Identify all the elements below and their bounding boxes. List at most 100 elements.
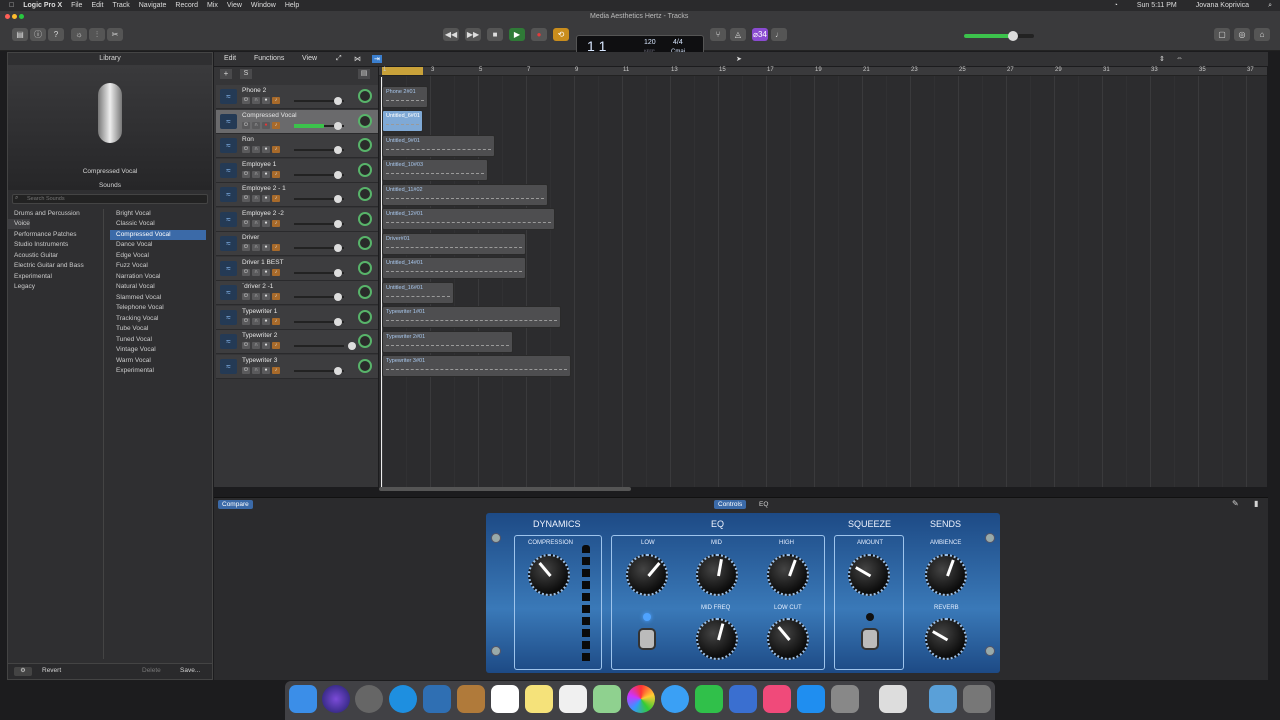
menu-track[interactable]: Track (113, 2, 130, 9)
audio-region[interactable]: Untitled_11#02 (382, 183, 548, 206)
patch-item[interactable]: Edge Vocal (110, 251, 206, 261)
record-enable-icon[interactable]: ● (262, 146, 270, 153)
track-header[interactable]: ≈ Driver 1 BEST ⏻ ∩ ● ♪ (216, 256, 378, 281)
track-options-button[interactable]: ▤ (358, 69, 370, 79)
compare-button[interactable]: Compare (218, 500, 253, 509)
close-window-icon[interactable] (5, 14, 10, 19)
patch-item[interactable]: Vintage Vocal (110, 345, 206, 355)
pan-knob[interactable] (358, 334, 372, 348)
snap-icon[interactable]: ⇥ (372, 55, 382, 63)
track-header[interactable]: ≈ Typewriter 2 ⏻ ∩ ● ♪ (216, 330, 378, 354)
track-header[interactable]: ≈ Typewriter 1 ⏻ ∩ ● ♪ (216, 305, 378, 330)
enable-icon[interactable]: ⏻ (242, 317, 250, 325)
patch-item[interactable]: Bright Vocal (110, 209, 206, 219)
finder-icon[interactable] (289, 685, 317, 713)
patch-item[interactable]: Slammed Vocal (110, 293, 206, 303)
record-enable-icon[interactable]: ● (262, 244, 270, 251)
track-header[interactable]: ≈ Employee 2 - 1 ⏻ ∩ ● ♪ (216, 183, 378, 207)
input-monitor-icon[interactable]: ♪ (272, 244, 280, 251)
squeeze-toggle-switch[interactable] (861, 628, 879, 650)
low-knob[interactable] (626, 554, 668, 596)
record-enable-icon[interactable]: ● (262, 170, 270, 178)
category-item[interactable]: Studio Instruments (8, 240, 68, 250)
ambience-knob[interactable] (925, 554, 967, 596)
volume-fader[interactable] (294, 342, 356, 350)
track-header[interactable]: ≈ Driver ⏻ ∩ ● ♪ (216, 232, 378, 256)
track-name[interactable]: Typewriter 3 (242, 357, 277, 364)
track-name[interactable]: `driver 2 -1 (242, 283, 273, 290)
track-name[interactable]: Typewriter 1 (242, 308, 277, 315)
track-name[interactable]: Compressed Vocal (242, 112, 297, 119)
volume-fader-knob[interactable] (334, 366, 342, 375)
launchpad-icon[interactable] (355, 685, 383, 713)
pan-knob[interactable] (358, 138, 372, 152)
record-enable-icon[interactable]: ● (262, 121, 270, 129)
input-monitor-icon[interactable]: ♪ (272, 195, 280, 202)
track-header[interactable]: ≈ Ron ⏻ ∩ ● ♪ (216, 134, 378, 158)
fast-forward-button[interactable]: ▶▶ (465, 28, 481, 41)
input-monitor-icon[interactable]: ♪ (272, 97, 280, 104)
volume-fader-knob[interactable] (334, 317, 342, 326)
siri-icon[interactable] (322, 685, 350, 713)
audio-region[interactable]: Typewriter 1#01 (382, 306, 561, 328)
volume-fader-knob[interactable] (334, 146, 342, 154)
add-track-button[interactable]: + (220, 69, 232, 79)
volume-fader[interactable] (294, 317, 344, 326)
menu-record[interactable]: Record (175, 2, 198, 9)
volume-fader-knob[interactable] (334, 170, 342, 179)
volume-fader[interactable] (294, 268, 344, 277)
keynote-icon[interactable] (729, 685, 757, 713)
volume-fader-knob[interactable] (334, 219, 342, 228)
record-enable-icon[interactable]: ● (262, 195, 270, 202)
volume-fader[interactable] (294, 121, 344, 130)
eq-toggle-switch[interactable] (638, 628, 656, 650)
input-monitor-icon[interactable]: ♪ (272, 121, 280, 129)
record-enable-icon[interactable]: ● (262, 219, 270, 227)
catch-icon[interactable]: ⋈ (354, 55, 361, 63)
patch-item-selected[interactable]: Compressed Vocal (110, 230, 206, 240)
tab-eq[interactable]: EQ (755, 500, 772, 509)
mixer-button[interactable]: ⫶ (89, 28, 105, 41)
enable-icon[interactable]: ⏻ (242, 121, 250, 129)
track-name[interactable]: Phone 2 (242, 87, 266, 94)
play-button[interactable]: ▶ (509, 28, 525, 41)
input-monitor-icon[interactable]: ♪ (272, 366, 280, 374)
gear-icon[interactable]: ⚙ (14, 667, 32, 676)
headphone-icon[interactable]: ∩ (252, 121, 260, 129)
pan-knob[interactable] (358, 260, 372, 275)
inspector-button[interactable]: ⓘ (30, 28, 46, 41)
enable-icon[interactable]: ⏻ (242, 219, 250, 227)
trash-icon[interactable] (963, 685, 991, 713)
track-name[interactable]: Typewriter 2 (242, 332, 277, 339)
track-name[interactable]: Employee 2 -2 (242, 210, 284, 217)
pan-knob[interactable] (358, 309, 372, 324)
flex-icon[interactable]: ⤢ (336, 55, 342, 63)
view-menu[interactable]: View (302, 55, 317, 62)
headphone-icon[interactable]: ∩ (252, 146, 260, 153)
record-enable-icon[interactable]: ● (262, 366, 270, 374)
input-monitor-icon[interactable]: ♪ (272, 342, 280, 349)
minimize-window-icon[interactable] (12, 14, 17, 19)
track-name[interactable]: Driver (242, 234, 259, 241)
zoom-horizontal-icon[interactable]: ⇔ (1176, 55, 1183, 62)
audio-region[interactable]: Untitled_16#01 (382, 281, 454, 304)
functions-menu[interactable]: Functions (254, 55, 284, 62)
volume-fader-knob[interactable] (334, 244, 342, 252)
track-header[interactable]: ≈ Compressed Vocal ⏻ ∩ ● ♪ (216, 109, 378, 134)
notefile-icon[interactable] (457, 685, 485, 713)
record-enable-icon[interactable]: ● (262, 317, 270, 325)
zoom-window-icon[interactable] (19, 14, 24, 19)
apple-icon[interactable]:  (9, 2, 14, 9)
headphone-icon[interactable]: ∩ (252, 317, 260, 325)
record-enable-icon[interactable]: ● (262, 97, 270, 104)
global-tracks-button[interactable]: S (240, 69, 252, 79)
menu-help[interactable]: Help (285, 2, 299, 9)
menu-mix[interactable]: Mix (207, 2, 218, 9)
enable-icon[interactable]: ⏻ (242, 97, 250, 104)
patch-item[interactable]: Warm Vocal (110, 356, 206, 366)
volume-fader[interactable] (294, 244, 344, 252)
headphone-icon[interactable]: ∩ (252, 342, 260, 349)
pan-knob[interactable] (358, 89, 372, 103)
headphone-icon[interactable]: ∩ (252, 219, 260, 227)
patch-item[interactable]: Natural Vocal (110, 282, 206, 292)
